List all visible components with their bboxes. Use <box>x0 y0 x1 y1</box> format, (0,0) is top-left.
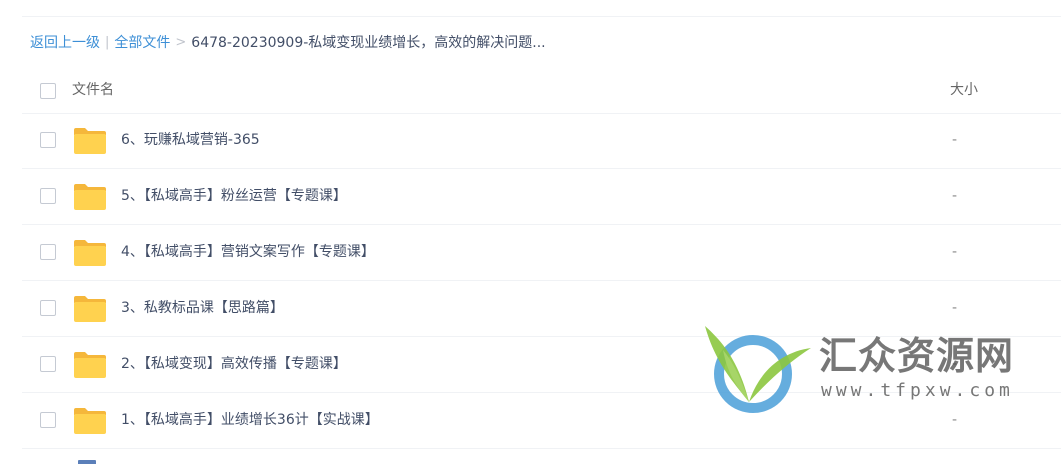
folder-icon[interactable] <box>73 351 107 379</box>
file-size: - <box>952 132 958 148</box>
file-name[interactable]: 2、【私域变现】高效传播【专题课】 <box>121 354 347 374</box>
row-checkbox[interactable] <box>40 132 56 148</box>
row-checkbox[interactable] <box>40 188 56 204</box>
folder-icon[interactable] <box>73 407 107 435</box>
row-checkbox[interactable] <box>40 412 56 428</box>
file-row[interactable]: 4、【私域高手】营销文案写作【专题课】 - <box>22 225 1061 281</box>
file-size: - <box>952 244 958 260</box>
row-checkbox[interactable] <box>40 356 56 372</box>
row-checkbox[interactable] <box>40 244 56 260</box>
folder-icon[interactable] <box>73 295 107 323</box>
file-browser-page: 返回上一级 | 全部文件 > 6478-20230909-私域变现业绩增长，高效… <box>0 0 1061 464</box>
folder-icon[interactable] <box>73 239 107 267</box>
current-folder-label: 6478-20230909-私域变现业绩增长，高效的解决问题... <box>191 35 546 51</box>
row-checkbox[interactable] <box>40 300 56 316</box>
partial-file-icon <box>78 460 96 464</box>
all-files-link[interactable]: 全部文件 <box>114 33 170 53</box>
file-name[interactable]: 1、【私域高手】业绩增长36计【实战课】 <box>121 410 379 430</box>
file-size: - <box>952 300 958 316</box>
column-header-size[interactable]: 大小 <box>950 80 978 100</box>
list-header: 文件名 大小 <box>22 68 1061 114</box>
folder-icon[interactable] <box>73 183 107 211</box>
file-row[interactable]: 2、【私域变现】高效传播【专题课】 - <box>22 337 1061 393</box>
file-size: - <box>952 188 958 204</box>
breadcrumb-arrow: > <box>175 35 187 50</box>
top-divider <box>22 16 1061 17</box>
file-name[interactable]: 3、私教标品课【思路篇】 <box>121 298 284 318</box>
file-size: - <box>952 412 958 428</box>
file-name[interactable]: 6、玩赚私域营销-365 <box>121 130 260 150</box>
file-list: 6、玩赚私域营销-365-5、【私域高手】粉丝运营【专题课】 -4、【私域高手】营… <box>22 113 1061 449</box>
file-name[interactable]: 5、【私域高手】粉丝运营【专题课】 <box>121 186 347 206</box>
breadcrumb: 返回上一级 | 全部文件 > 6478-20230909-私域变现业绩增长，高效… <box>30 33 546 53</box>
file-row[interactable]: 5、【私域高手】粉丝运营【专题课】 - <box>22 169 1061 225</box>
folder-icon[interactable] <box>73 127 107 155</box>
file-row[interactable]: 6、玩赚私域营销-365 - <box>22 113 1061 169</box>
column-header-name[interactable]: 文件名 <box>72 80 114 100</box>
file-row[interactable]: 1、【私域高手】业绩增长36计【实战课】 - <box>22 393 1061 449</box>
file-row[interactable]: 3、私教标品课【思路篇】 - <box>22 281 1061 337</box>
back-link[interactable]: 返回上一级 <box>30 33 100 53</box>
select-all-checkbox[interactable] <box>40 83 56 99</box>
file-size: - <box>952 356 958 372</box>
file-name[interactable]: 4、【私域高手】营销文案写作【专题课】 <box>121 242 375 262</box>
breadcrumb-separator: | <box>105 35 110 50</box>
